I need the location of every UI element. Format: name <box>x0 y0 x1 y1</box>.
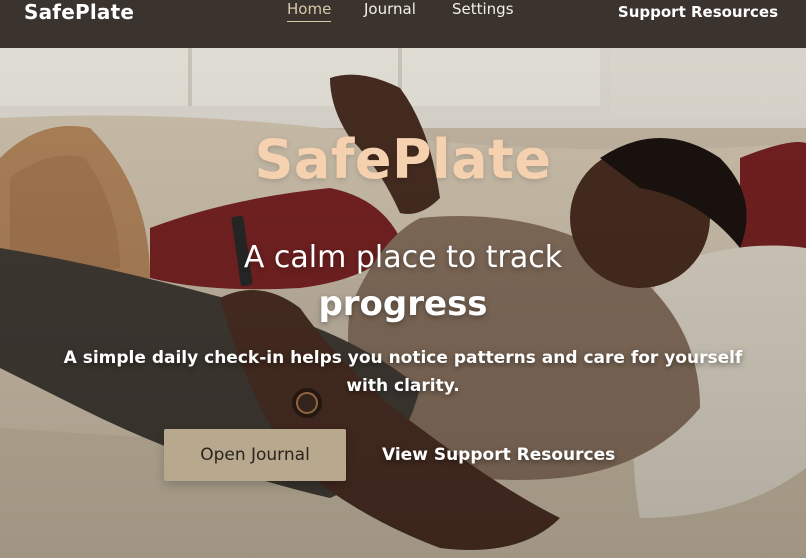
view-support-resources-link[interactable]: View Support Resources <box>382 429 615 481</box>
open-journal-button[interactable]: Open Journal <box>164 429 346 481</box>
hero-description: A simple daily check-in helps you notice… <box>63 348 743 396</box>
nav-link-settings[interactable]: Settings <box>452 0 514 18</box>
hero-section: SafePlate A calm place to track progress… <box>0 48 806 558</box>
top-nav: SafePlate Home Journal Settings Support … <box>0 0 806 48</box>
hero-subtitle-line-2: progress <box>318 284 488 324</box>
nav-link-home[interactable]: Home <box>287 0 332 22</box>
nav-link-support-resources[interactable]: Support Resources <box>618 3 778 21</box>
hero-subtitle-line-1: A calm place to track <box>243 240 563 275</box>
brand-logo[interactable]: SafePlate <box>24 0 134 24</box>
hero-title: SafePlate <box>254 128 552 191</box>
nav-link-journal[interactable]: Journal <box>364 0 416 18</box>
